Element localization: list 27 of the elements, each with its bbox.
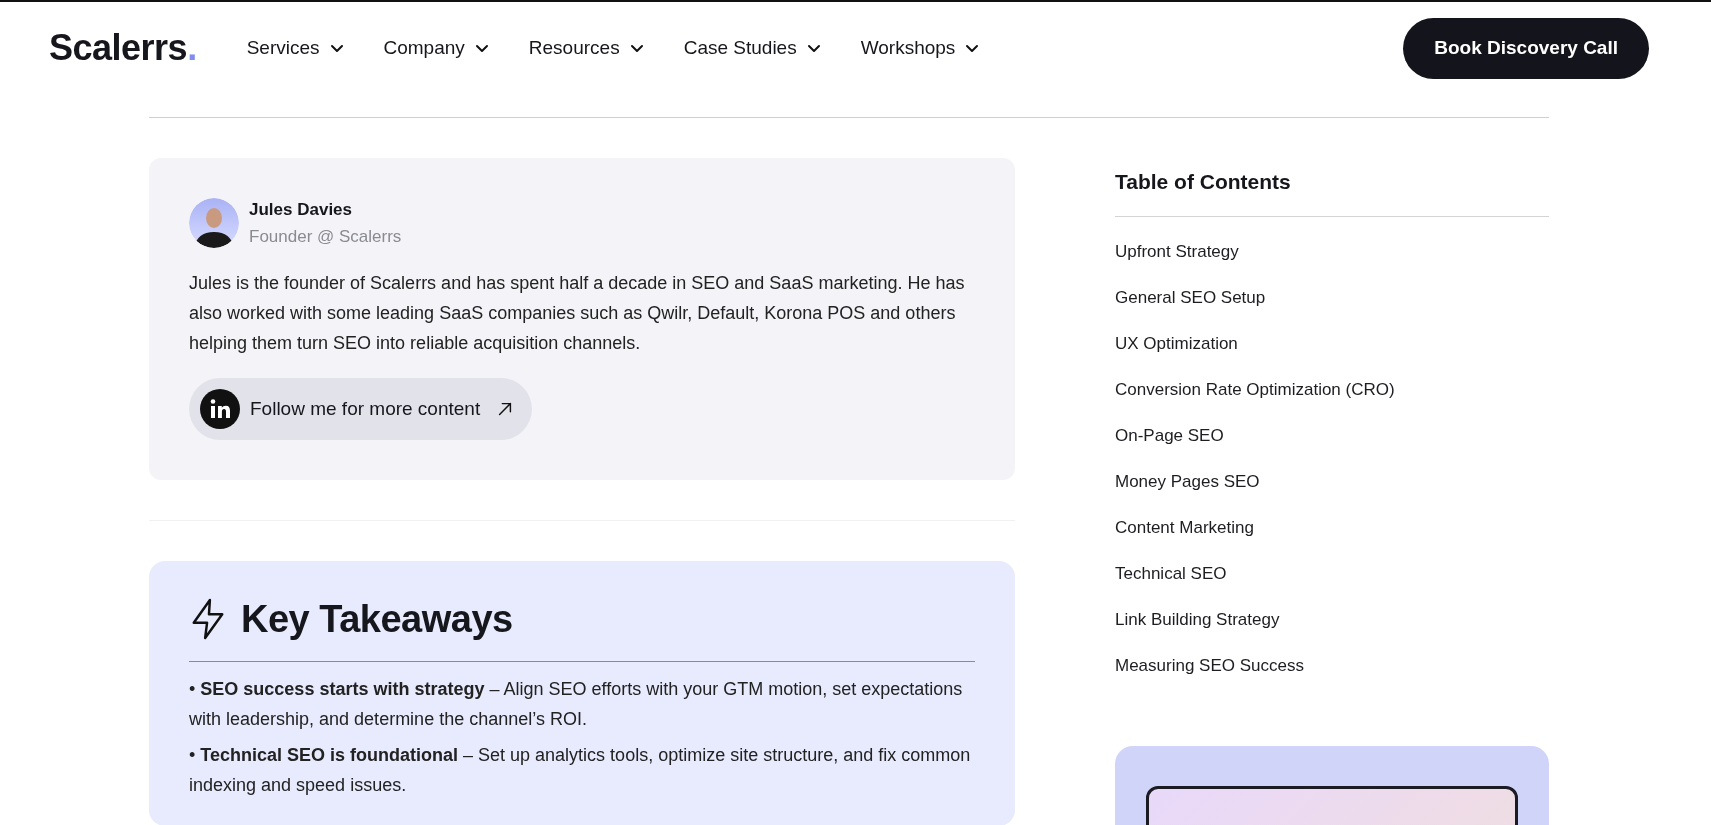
toc-link[interactable]: General SEO Setup — [1115, 287, 1266, 309]
author-name: Jules Davies — [249, 199, 353, 220]
author-bio: Jules is the founder of Scalerrs and has spent half a decade in SEO and SaaS marketing. He has also worked with some leading SaaS companies such as Qwilr, Default, Korona POS and others helping them turn SEO into reliable acquisition channels. — [189, 272, 966, 355]
toc-link[interactable]: Link Building Strategy — [1115, 609, 1280, 631]
takeaway-text: • SEO success starts with strategy – Align SEO efforts with your GTM motion, set expectations with leadership, and determine the channel’s ROI. — [189, 678, 964, 731]
toc-link[interactable]: Conversion Rate Optimization (CRO) — [1115, 379, 1395, 401]
nav-link[interactable]: Services — [246, 37, 344, 59]
linkedin-icon — [200, 389, 240, 429]
book-call-button[interactable]: Book Discovery Call — [1403, 17, 1649, 79]
follow-button[interactable]: Follow me for more content — [189, 378, 533, 440]
toc-link[interactable]: Upfront Strategy — [1115, 241, 1239, 263]
nav-link[interactable]: Workshops — [860, 37, 980, 59]
author-role: Founder @ Scalerrs — [249, 226, 402, 247]
takeaway-text: • Technical SEO is foundational – Set up analytics tools, optimize site structure, and fix common indexing and speed issues. — [189, 744, 972, 797]
toc-link[interactable]: Measuring SEO Success — [1115, 655, 1304, 677]
avatar-icon — [189, 198, 239, 248]
nav-link[interactable]: Resources — [528, 37, 644, 59]
toc-link[interactable]: UX Optimization — [1115, 333, 1238, 355]
nav-link[interactable]: Company — [383, 37, 489, 59]
toc-title: Table of Contents — [1115, 170, 1291, 194]
toc-link[interactable]: Technical SEO — [1115, 563, 1227, 585]
takeaways-title: Key Takeaways — [241, 597, 513, 641]
toc-link[interactable]: Money Pages SEO — [1115, 471, 1260, 493]
logo[interactable]: Scalerrs. — [49, 27, 197, 69]
nav-link[interactable]: Case Studies — [683, 37, 821, 59]
toc-link[interactable]: On-Page SEO — [1115, 425, 1224, 447]
toc-link[interactable]: Content Marketing — [1115, 517, 1254, 539]
